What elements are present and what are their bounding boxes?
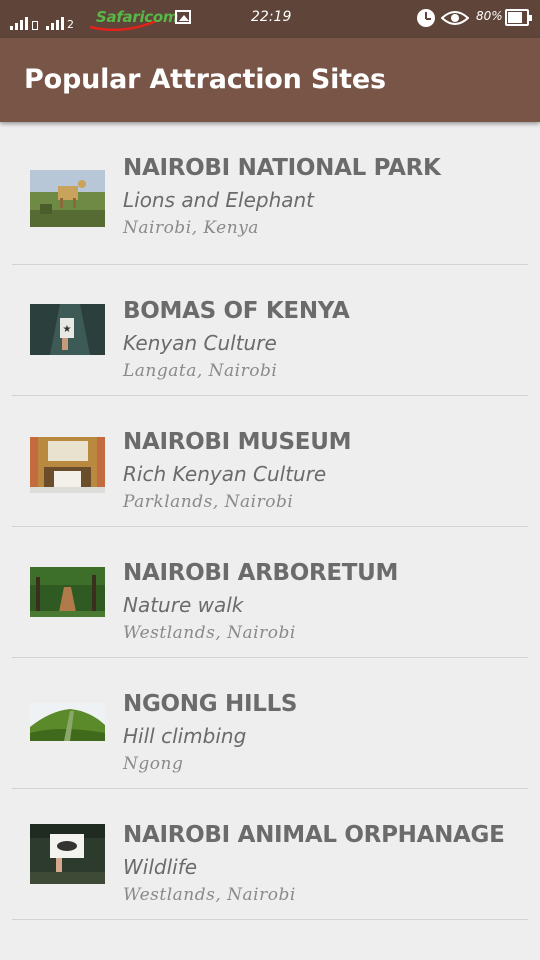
attraction-location: Ngong xyxy=(123,754,184,774)
list-item[interactable]: NAIROBI MUSEUM Rich Kenyan Culture Parkl… xyxy=(0,396,540,527)
attraction-description: Kenyan Culture xyxy=(123,331,277,355)
list-item[interactable]: NGONG HILLS Hill climbing Ngong xyxy=(0,658,540,789)
divider xyxy=(12,919,528,920)
attraction-thumbnail-ngong-hills xyxy=(30,703,105,741)
alarm-icon xyxy=(417,9,435,27)
app-bar: Popular Attraction Sites xyxy=(0,38,540,122)
attraction-name: NAIROBI ARBORETUM xyxy=(123,560,399,586)
carrier-name: Safaricom xyxy=(96,8,179,26)
attraction-name: BOMAS OF KENYA xyxy=(123,298,350,324)
attraction-thumbnail-bomas: ★ xyxy=(30,304,105,355)
attraction-description: Nature walk xyxy=(123,593,244,617)
list-item[interactable]: NAIROBI NATIONAL PARK Lions and Elephant… xyxy=(0,122,540,265)
sim-label: 2 xyxy=(67,18,74,31)
battery-level-fill xyxy=(508,12,522,23)
clock-time: 22:19 xyxy=(251,9,292,25)
battery-percent: 80% xyxy=(476,9,503,23)
signal-icon: 2 xyxy=(10,8,79,30)
attraction-name: NAIROBI NATIONAL PARK xyxy=(123,155,441,181)
attraction-description: Lions and Elephant xyxy=(123,188,315,212)
list-item[interactable]: NAIROBI ARBORETUM Nature walk Westlands,… xyxy=(0,527,540,658)
attraction-description: Hill climbing xyxy=(123,724,247,748)
eye-icon xyxy=(441,11,469,25)
gallery-icon xyxy=(175,10,191,24)
attraction-location: Langata, Nairobi xyxy=(123,361,278,381)
battery-icon xyxy=(505,9,532,26)
attraction-thumbnail-animal-orphanage xyxy=(30,824,105,884)
attraction-name: NAIROBI ANIMAL ORPHANAGE xyxy=(123,822,505,848)
attractions-list[interactable]: NAIROBI NATIONAL PARK Lions and Elephant… xyxy=(0,122,540,920)
attraction-thumbnail-national-park xyxy=(30,170,105,227)
attraction-thumbnail-museum xyxy=(30,437,105,493)
attraction-name: NAIROBI MUSEUM xyxy=(123,429,352,455)
page-title: Popular Attraction Sites xyxy=(24,64,386,95)
attraction-location: Nairobi, Kenya xyxy=(123,218,259,238)
list-item[interactable]: NAIROBI ANIMAL ORPHANAGE Wildlife Westla… xyxy=(0,789,540,920)
attraction-name: NGONG HILLS xyxy=(123,691,298,717)
attraction-description: Wildlife xyxy=(123,855,198,879)
attraction-description: Rich Kenyan Culture xyxy=(123,462,327,486)
svg-text:★: ★ xyxy=(63,324,72,335)
attraction-location: Westlands, Nairobi xyxy=(123,885,296,905)
attraction-location: Parklands, Nairobi xyxy=(123,492,294,512)
list-item[interactable]: ★ BOMAS OF KENYA Kenyan Culture Langata,… xyxy=(0,265,540,396)
attraction-thumbnail-arboretum xyxy=(30,567,105,617)
status-bar: 2 Safaricom 22:19 80% xyxy=(0,0,540,38)
attraction-location: Westlands, Nairobi xyxy=(123,623,296,643)
